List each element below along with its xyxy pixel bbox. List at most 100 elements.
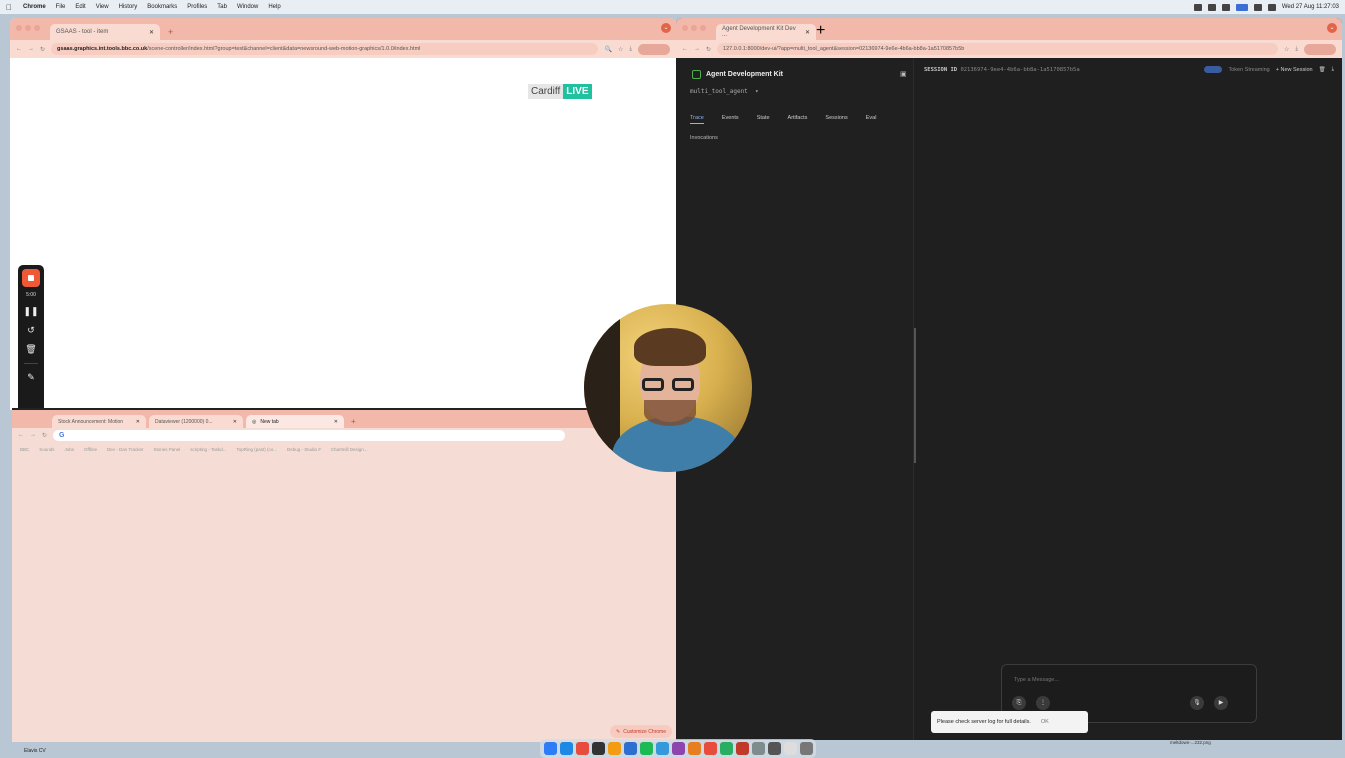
desktop-file-label[interactable]: Elavis CV bbox=[24, 748, 46, 754]
star-icon[interactable]: ☆ bbox=[1284, 46, 1289, 53]
menu-view[interactable]: View bbox=[91, 4, 114, 10]
menu-tab[interactable]: Tab bbox=[212, 4, 232, 10]
url-bar[interactable]: gsaas.graphics.int.tools.bbc.co.uk /scen… bbox=[51, 43, 599, 55]
menu-file[interactable]: File bbox=[51, 4, 71, 10]
tab-trace[interactable]: Trace bbox=[690, 115, 704, 124]
tab-stock[interactable]: Stock Announcement: Motion ✕ bbox=[52, 415, 146, 428]
delete-session-icon[interactable]: 🗑 bbox=[1319, 67, 1326, 73]
bookmark-item[interactable]: Chartmill Design... bbox=[331, 447, 368, 452]
more-options-icon[interactable]: ⋮ bbox=[1036, 696, 1050, 710]
attach-icon[interactable]: ⎘ bbox=[1012, 696, 1026, 710]
battery-icon[interactable] bbox=[1253, 3, 1262, 11]
customize-chrome-button[interactable]: ✎ Customize Chrome bbox=[610, 725, 672, 738]
reload-icon[interactable]: ↻ bbox=[42, 432, 47, 439]
tab-new-tab[interactable]: ◎ New tab ✕ bbox=[246, 415, 344, 428]
mail-icon[interactable] bbox=[623, 742, 637, 755]
sidebar-resize-handle[interactable] bbox=[914, 328, 916, 463]
forward-icon[interactable]: → bbox=[28, 46, 34, 52]
zoom-icon[interactable]: 🔍 bbox=[604, 46, 611, 53]
forward-icon[interactable]: → bbox=[30, 432, 36, 438]
messages-icon[interactable] bbox=[655, 742, 669, 755]
restart-icon[interactable]: ↺ bbox=[27, 325, 35, 336]
clock[interactable]: Wed 27 Aug 11:27:03 bbox=[1282, 4, 1339, 10]
tab-dataviewer[interactable]: Dataviewer (1200000) 0... ✕ bbox=[149, 415, 243, 428]
menu-help[interactable]: Help bbox=[263, 4, 285, 10]
preview-icon[interactable] bbox=[783, 742, 797, 755]
bookmark-item[interactable]: TopRing (past) (co... bbox=[236, 447, 277, 452]
back-icon[interactable]: ← bbox=[16, 46, 22, 52]
tab-gsaas[interactable]: GSAAS - tool - item ✕ bbox=[50, 24, 160, 40]
snackbar-ok-button[interactable]: OK bbox=[1041, 719, 1049, 725]
menu-window[interactable]: Window bbox=[232, 4, 263, 10]
chevron-down-icon[interactable]: ⌄ bbox=[661, 23, 671, 33]
menu-bookmarks[interactable]: Bookmarks bbox=[142, 4, 182, 10]
tab-artifacts[interactable]: Artifacts bbox=[788, 115, 808, 124]
close-icon[interactable]: ✕ bbox=[233, 419, 237, 425]
chrome-icon[interactable] bbox=[575, 742, 589, 755]
forward-icon[interactable]: → bbox=[694, 46, 700, 52]
download-icon[interactable]: ⤓ bbox=[629, 46, 632, 53]
tab-events[interactable]: Events bbox=[722, 115, 739, 124]
finder-icon[interactable] bbox=[543, 742, 557, 755]
new-tab-button[interactable]: + bbox=[168, 27, 173, 37]
collapse-sidebar-icon[interactable]: ▣ bbox=[900, 70, 907, 78]
menu-profiles[interactable]: Profiles bbox=[182, 4, 212, 10]
menu-app-name[interactable]: Chrome bbox=[18, 4, 51, 10]
video-camera-icon[interactable]: ▶ bbox=[1214, 696, 1228, 710]
desktop-file-label[interactable]: meltdown-...232.png bbox=[1170, 740, 1211, 745]
agent-select[interactable]: multi_tool_agent ▾ bbox=[690, 88, 759, 95]
reload-icon[interactable]: ↻ bbox=[40, 46, 45, 53]
bookmark-item[interactable]: BBC bbox=[20, 447, 29, 452]
status-icon[interactable] bbox=[1221, 3, 1230, 11]
new-tab-button[interactable]: + bbox=[816, 22, 825, 40]
spotify-icon[interactable] bbox=[639, 742, 653, 755]
reload-icon[interactable]: ↻ bbox=[706, 46, 711, 53]
bookmark-item[interactable]: Stories Panel bbox=[154, 447, 181, 452]
download-icon[interactable]: ⤓ bbox=[1332, 66, 1334, 73]
pause-icon[interactable]: ❚❚ bbox=[23, 306, 38, 317]
bookmark-item[interactable]: Jobs bbox=[65, 447, 75, 452]
close-window-button[interactable] bbox=[16, 25, 22, 31]
new-tab-button[interactable]: + bbox=[351, 417, 356, 426]
minimize-window-button[interactable] bbox=[25, 25, 31, 31]
bookmark-item[interactable]: Offline bbox=[84, 447, 97, 452]
bookmark-item[interactable]: scripting - Taskd... bbox=[190, 447, 226, 452]
app-icon[interactable] bbox=[719, 742, 733, 755]
message-input[interactable]: Type a Message... bbox=[1014, 677, 1059, 683]
profile-button[interactable] bbox=[1304, 43, 1336, 55]
minimize-window-button[interactable] bbox=[691, 25, 697, 31]
url-bar[interactable]: 127.0.0.1:8000/dev-ui/?app=multi_tool_ag… bbox=[717, 43, 1278, 55]
bookmark-item[interactable]: Debug - Studio # bbox=[287, 447, 321, 452]
menu-history[interactable]: History bbox=[114, 4, 143, 10]
webcam-overlay[interactable] bbox=[584, 304, 752, 472]
microphone-icon[interactable]: 🎙 bbox=[1190, 696, 1204, 710]
photos-icon[interactable] bbox=[687, 742, 701, 755]
vscode-icon[interactable] bbox=[559, 742, 573, 755]
terminal-icon[interactable] bbox=[591, 742, 605, 755]
status-icon[interactable] bbox=[1193, 3, 1202, 11]
tab-adk[interactable]: Agent Development Kit Dev ... ✕ bbox=[716, 24, 816, 40]
close-icon[interactable]: ✕ bbox=[136, 419, 140, 425]
calendar-icon[interactable] bbox=[607, 742, 621, 755]
tab-state[interactable]: State bbox=[757, 115, 770, 124]
new-session-button[interactable]: + New Session bbox=[1276, 67, 1313, 73]
settings-icon[interactable] bbox=[751, 742, 765, 755]
trash-icon[interactable] bbox=[799, 742, 813, 755]
star-icon[interactable]: ☆ bbox=[618, 46, 623, 53]
chevron-down-icon[interactable]: ⌄ bbox=[1327, 23, 1337, 33]
tab-eval[interactable]: Eval bbox=[866, 115, 877, 124]
status-icon[interactable] bbox=[1235, 3, 1248, 11]
slack-icon[interactable] bbox=[671, 742, 685, 755]
app-icon[interactable] bbox=[703, 742, 717, 755]
back-icon[interactable]: ← bbox=[18, 432, 24, 438]
close-icon[interactable]: ✕ bbox=[805, 29, 810, 36]
back-icon[interactable]: ← bbox=[682, 46, 688, 52]
tab-sessions[interactable]: Sessions bbox=[825, 115, 847, 124]
profile-button[interactable] bbox=[638, 43, 670, 55]
draw-icon[interactable]: ✎ bbox=[27, 372, 35, 383]
close-icon[interactable]: ✕ bbox=[149, 29, 154, 36]
apple-icon[interactable]:  bbox=[0, 3, 18, 12]
close-icon[interactable]: ✕ bbox=[334, 419, 338, 425]
wifi-icon[interactable] bbox=[1267, 3, 1276, 11]
zoom-window-button[interactable] bbox=[34, 25, 40, 31]
